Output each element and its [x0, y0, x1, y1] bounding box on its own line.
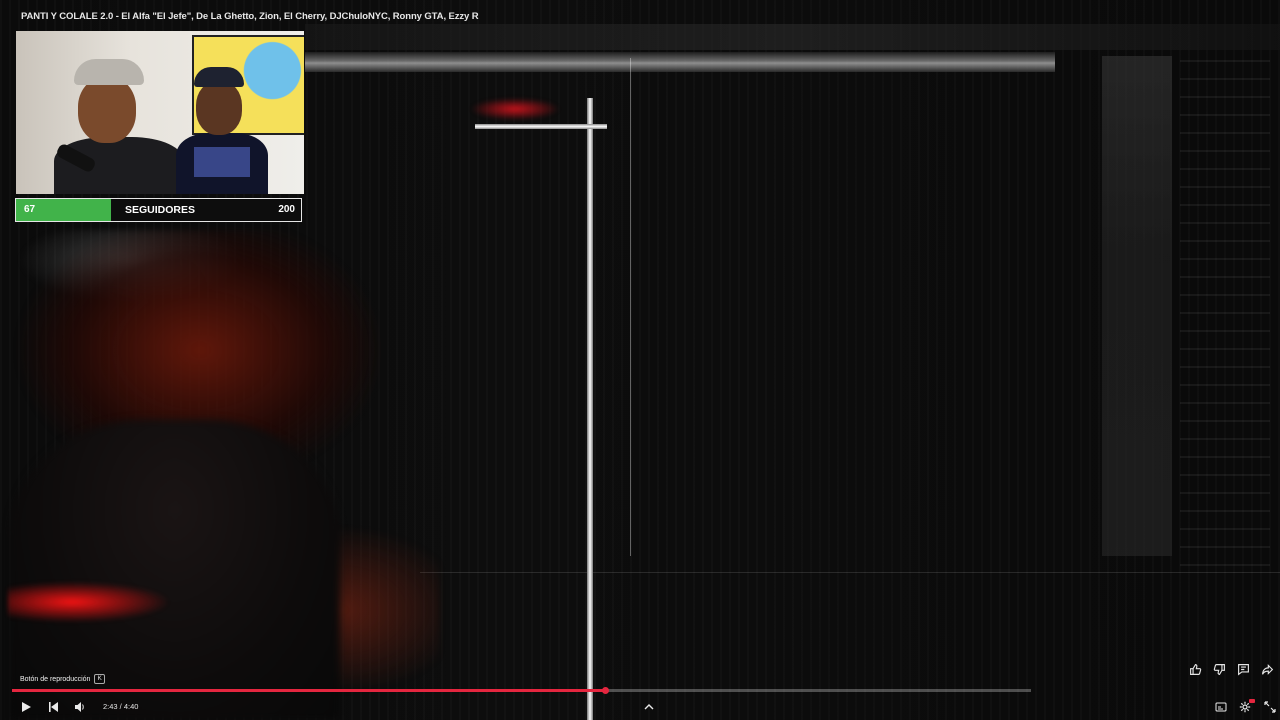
video-red-glow: [470, 98, 560, 120]
video-player[interactable]: PANTI Y COLALE 2.0 - El Alfa "El Jefe", …: [0, 0, 1280, 720]
follower-goal-bar: 67 SEGUIDORES 200: [15, 198, 302, 222]
settings-button[interactable]: [1237, 699, 1255, 715]
tooltip-text: Botón de reproducción: [20, 675, 91, 683]
video-glow-bar: [305, 52, 1055, 72]
previous-button[interactable]: [45, 699, 61, 715]
comment-icon[interactable]: [1236, 662, 1250, 676]
fullscreen-button[interactable]: [1262, 699, 1278, 715]
play-icon: [22, 702, 31, 712]
subtitles-icon: [1215, 702, 1227, 712]
subtitles-button[interactable]: [1213, 699, 1229, 715]
video-right-lines: [1180, 60, 1270, 570]
expand-button[interactable]: [641, 699, 657, 715]
webcam-overlay: [16, 31, 304, 194]
hd-badge: [1249, 699, 1255, 703]
video-light-cross-vertical: [587, 98, 593, 720]
progress-bar[interactable]: [12, 687, 1031, 694]
previous-icon: [49, 702, 58, 712]
share-icon[interactable]: [1260, 662, 1274, 676]
volume-button[interactable]: [72, 699, 88, 715]
control-bar: 2:43 / 4:40: [0, 694, 1280, 720]
volume-icon: [75, 702, 84, 712]
video-thin-line: [630, 58, 631, 556]
follower-goal-count: 200: [278, 204, 295, 215]
video-dim-bar: [305, 24, 1280, 50]
video-right-panel: [1102, 56, 1172, 556]
thumbs-down-icon[interactable]: [1212, 662, 1226, 676]
video-light-cross-horizontal: [475, 124, 607, 129]
play-button[interactable]: [18, 699, 34, 715]
follower-current-count: 67: [24, 204, 36, 215]
video-horizontal-line: [420, 572, 1280, 573]
thumbs-up-icon[interactable]: [1188, 662, 1202, 676]
chevron-up-icon: [644, 704, 654, 710]
video-title[interactable]: PANTI Y COLALE 2.0 - El Alfa "El Jefe", …: [21, 11, 479, 22]
webcam-person-right: [176, 67, 268, 194]
side-actions: [1188, 662, 1274, 676]
fullscreen-icon: [1264, 701, 1276, 713]
follower-goal-label: SEGUIDORES: [125, 204, 196, 216]
tooltip-shortcut-key: K: [94, 674, 105, 684]
progress-scrubber[interactable]: [602, 687, 610, 694]
progress-played: [12, 689, 606, 692]
time-display: 2:43 / 4:40: [103, 702, 139, 711]
webcam-person-left: [54, 59, 184, 194]
video-red-light: [8, 582, 168, 622]
play-button-tooltip: Botón de reproducción K: [20, 674, 105, 684]
